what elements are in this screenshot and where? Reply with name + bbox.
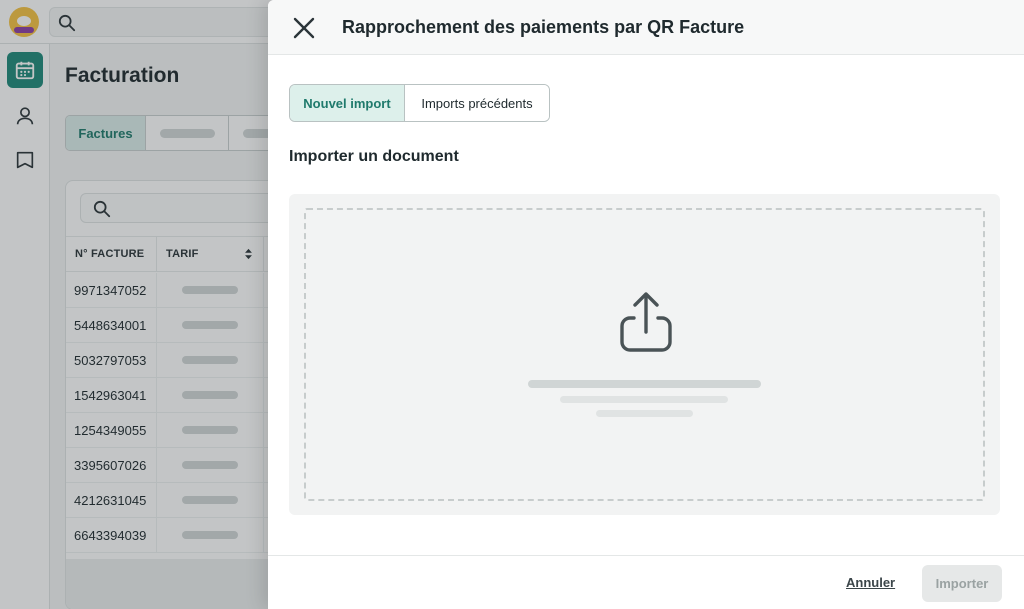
upload-area <box>289 194 1000 515</box>
qr-payment-reconciliation-drawer: Rapprochement des paiements par QR Factu… <box>268 0 1024 609</box>
skeleton-bar <box>596 410 693 417</box>
skeleton-bar <box>560 396 728 403</box>
close-button[interactable] <box>290 14 318 42</box>
tab-new-import[interactable]: Nouvel import <box>290 85 405 121</box>
close-icon <box>293 17 315 39</box>
drawer-title: Rapprochement des paiements par QR Factu… <box>342 17 745 37</box>
file-drop-zone[interactable] <box>304 208 985 501</box>
drawer-header: Rapprochement des paiements par QR Factu… <box>268 0 1024 55</box>
import-button[interactable]: Importer <box>922 565 1002 602</box>
cancel-button[interactable]: Annuler <box>846 575 895 590</box>
tab-previous-imports[interactable]: Imports précédents <box>405 85 549 121</box>
skeleton-bar <box>528 380 761 388</box>
import-mode-switch: Nouvel import Imports précédents <box>289 84 550 122</box>
section-title: Importer un document <box>289 148 459 165</box>
upload-icon <box>620 292 672 352</box>
drawer-footer: Annuler Importer <box>268 555 1024 609</box>
